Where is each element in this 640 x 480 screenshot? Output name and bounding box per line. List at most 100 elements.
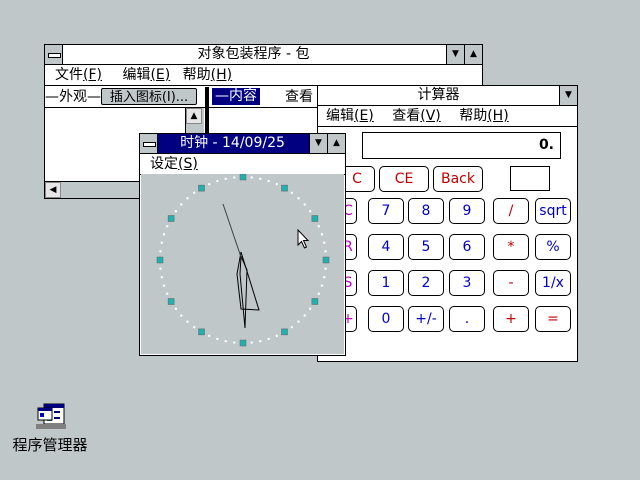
add-button[interactable]: + xyxy=(493,306,529,332)
digit-8-button[interactable]: 8 xyxy=(408,198,444,224)
hour-mark xyxy=(281,184,288,192)
hour-mark xyxy=(198,328,205,336)
digit-0-button[interactable]: 0 xyxy=(368,306,404,332)
packager-maximize-button[interactable]: ▲ xyxy=(464,45,482,64)
menu-label: 文件 xyxy=(55,67,83,83)
maximize-arrow-icon: ▲ xyxy=(470,49,477,59)
minute-mark xyxy=(317,225,321,228)
minute-mark xyxy=(297,197,300,200)
minute-mark xyxy=(303,314,306,317)
packager-titlebar[interactable]: 对象包装程序 - 包 ▼ ▲ xyxy=(45,45,482,65)
clock-window[interactable]: 时钟 - 14/09/25 ▼ ▲ 设定(S) xyxy=(139,133,346,356)
divide-button[interactable]: / xyxy=(493,198,529,224)
subtract-button[interactable]: - xyxy=(493,270,529,296)
packager-minimize-button[interactable]: ▼ xyxy=(446,45,464,64)
clock-maximize-button[interactable]: ▲ xyxy=(327,134,345,153)
insert-icon-button[interactable]: 插入图标(I)... xyxy=(101,88,197,105)
minute-mark xyxy=(322,241,326,244)
second-hand xyxy=(222,203,243,261)
calculator-menu-edit[interactable]: 编辑(E) xyxy=(322,106,378,126)
hour-mark xyxy=(281,328,288,336)
scroll-up-icon[interactable]: ▲ xyxy=(186,108,202,124)
negate-button[interactable]: +/- xyxy=(408,306,444,332)
digit-1-button[interactable]: 1 xyxy=(368,270,404,296)
minute-hand xyxy=(239,255,248,329)
minute-mark xyxy=(259,339,262,343)
equals-button[interactable]: = xyxy=(535,306,571,332)
minute-mark xyxy=(216,337,219,341)
hour-mark xyxy=(239,339,247,347)
clock-minimize-button[interactable]: ▼ xyxy=(309,134,327,153)
packager-menu-file[interactable]: 文件(F) xyxy=(51,65,106,85)
minute-mark xyxy=(275,182,278,186)
calculator-menu-help[interactable]: 帮助(H) xyxy=(455,106,512,126)
minute-mark xyxy=(193,191,196,195)
minimize-arrow-icon: ▼ xyxy=(315,138,322,148)
view-label[interactable]: 查看 xyxy=(285,87,313,107)
minute-mark xyxy=(160,241,164,244)
minute-mark xyxy=(259,177,262,181)
digit-2-button[interactable]: 2 xyxy=(408,270,444,296)
digit-7-button[interactable]: 7 xyxy=(368,198,404,224)
minute-mark xyxy=(290,191,293,195)
minute-mark xyxy=(303,203,306,206)
minimize-arrow-icon: ▼ xyxy=(452,49,459,59)
packager-system-menu-button[interactable] xyxy=(45,45,63,64)
sqrt-button[interactable]: sqrt xyxy=(535,198,571,224)
menu-label: 设定 xyxy=(150,156,178,172)
analog-clock xyxy=(156,173,330,347)
calculator-menu-view[interactable]: 查看(V) xyxy=(388,106,445,126)
digit-4-button[interactable]: 4 xyxy=(368,234,404,260)
content-label[interactable]: —内容 xyxy=(212,88,260,105)
menu-label: 编辑 xyxy=(326,108,354,124)
packager-title: 对象包装程序 - 包 xyxy=(197,46,310,62)
digit-6-button[interactable]: 6 xyxy=(449,234,485,260)
digit-9-button[interactable]: 9 xyxy=(449,198,485,224)
minute-mark xyxy=(165,225,169,228)
clock-menu-settings[interactable]: 设定(S) xyxy=(146,154,202,174)
minute-mark xyxy=(208,334,211,338)
minute-mark xyxy=(267,179,270,183)
menu-accelerator: (E) xyxy=(150,67,171,83)
calculator-titlebar[interactable]: 计算器 ▼ xyxy=(318,86,577,106)
multiply-button[interactable]: * xyxy=(493,234,529,260)
packager-menu-edit[interactable]: 编辑(E) xyxy=(118,65,174,85)
digit-5-button[interactable]: 5 xyxy=(408,234,444,260)
minute-mark xyxy=(159,267,162,270)
mouse-cursor-icon xyxy=(297,229,310,249)
backspace-button[interactable]: Back xyxy=(433,166,483,192)
minute-mark xyxy=(297,320,300,323)
clock-menubar: 设定(S) xyxy=(140,154,345,175)
maximize-arrow-icon: ▲ xyxy=(333,138,340,148)
minute-mark xyxy=(320,284,324,287)
minute-mark xyxy=(216,179,219,183)
packager-menubar: 文件(F) 编辑(E) 帮助(H) xyxy=(45,65,482,86)
packager-menu-help[interactable]: 帮助(H) xyxy=(179,65,236,85)
calculator-minimize-button[interactable]: ▼ xyxy=(559,86,577,105)
program-manager-icon[interactable]: 程序管理器 xyxy=(8,402,92,455)
minute-mark xyxy=(290,325,293,329)
minute-mark xyxy=(224,339,227,343)
clear-entry-button[interactable]: CE xyxy=(379,166,429,192)
menu-accelerator: (V) xyxy=(420,108,441,124)
calculator-window[interactable]: 计算器 ▼ 编辑(E) 查看(V) 帮助(H) 0. C CE Back C R… xyxy=(317,85,578,362)
minute-mark xyxy=(180,314,183,317)
minute-mark xyxy=(322,276,326,279)
percent-button[interactable]: % xyxy=(535,234,571,260)
minute-mark xyxy=(233,176,236,179)
minute-mark xyxy=(233,341,236,344)
clock-titlebar[interactable]: 时钟 - 14/09/25 ▼ ▲ xyxy=(140,134,345,154)
menu-label: 帮助 xyxy=(459,108,488,124)
calculator-title: 计算器 xyxy=(417,87,460,103)
reciprocal-button[interactable]: 1/x xyxy=(535,270,571,296)
memory-indicator xyxy=(510,166,550,191)
menu-label: 查看 xyxy=(392,108,421,124)
scroll-left-icon[interactable]: ◀ xyxy=(45,182,61,198)
hour-mark xyxy=(239,173,247,181)
clock-system-menu-button[interactable] xyxy=(140,134,158,153)
hour-mark xyxy=(156,256,164,264)
calculator-menubar: 编辑(E) 查看(V) 帮助(H) xyxy=(318,106,577,127)
digit-3-button[interactable]: 3 xyxy=(449,270,485,296)
menu-accelerator: (F) xyxy=(83,67,102,83)
decimal-button[interactable]: . xyxy=(449,306,485,332)
